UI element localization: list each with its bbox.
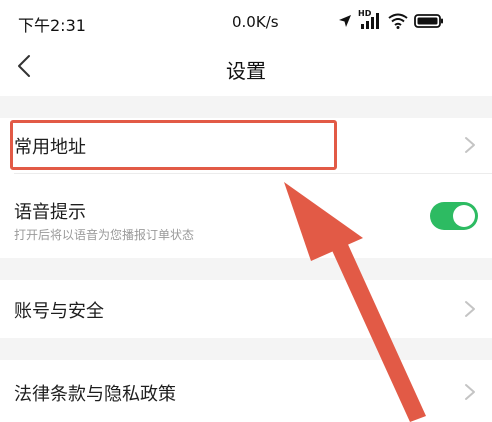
legal-privacy-row[interactable]: 法律条款与隐私政策 [0,360,492,422]
voice-prompt-label: 语音提示 [14,202,86,223]
legal-privacy-label: 法律条款与隐私政策 [14,384,176,405]
chevron-right-icon [464,136,476,154]
signal-icon: HD [358,9,382,30]
section-separator [0,96,492,118]
status-bar: 下午2:31 0.0K/s HD [0,0,492,40]
voice-prompt-toggle[interactable] [430,202,478,230]
chevron-right-icon [464,300,476,318]
account-security-row[interactable]: 账号与安全 [0,280,492,338]
network-speed: 0.0K/s [232,13,279,31]
wifi-icon [388,13,408,29]
status-icons: HD [338,9,444,30]
battery-icon [414,13,444,29]
toggle-knob [453,205,475,227]
location-arrow-icon [338,14,352,28]
header-bar: 设置 [0,40,492,96]
voice-prompt-subtitle: 打开后将以语音为您播报订单状态 [14,228,195,242]
voice-prompt-row: 语音提示 打开后将以语音为您播报订单状态 [0,174,492,258]
section-separator [0,258,492,280]
section-separator [0,338,492,360]
page-title: 设置 [226,59,266,83]
chevron-right-icon [464,383,476,401]
status-time: 下午2:31 [18,16,86,35]
settings-screen: 下午2:31 0.0K/s HD 设置 常用地址 语音提示 打开后将以语音为您播… [0,0,492,422]
annotation-highlight-box [10,120,337,170]
account-security-label: 账号与安全 [14,301,104,322]
